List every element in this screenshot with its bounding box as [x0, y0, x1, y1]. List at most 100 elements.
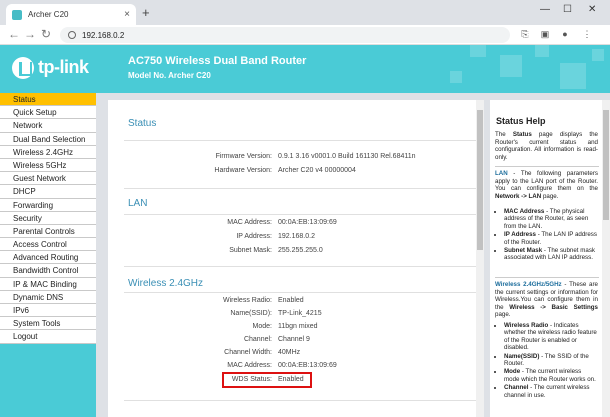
- help-list-item: Wireless Radio - Indicates whether the w…: [504, 322, 598, 352]
- sidebar-item-ipv6[interactable]: IPv6: [0, 304, 96, 318]
- lan-mac-row: MAC Address: 00:0A:EB:13:09:69: [108, 219, 484, 229]
- wl-mac-value: 00:0A:EB:13:09:69: [278, 362, 337, 369]
- sidebar-item-ip-mac-binding[interactable]: IP & MAC Binding: [0, 277, 96, 291]
- lan-ip-value: 192.168.0.2: [278, 233, 315, 240]
- sidebar-item-wireless-5ghz[interactable]: Wireless 5GHz: [0, 158, 96, 173]
- wl-channel-value: Channel 9: [278, 336, 310, 343]
- help-title: Status Help: [496, 116, 546, 126]
- lan-mask-value: 255.255.255.0: [278, 247, 323, 254]
- sidebar-item-network[interactable]: Network: [0, 119, 96, 133]
- minimize-button[interactable]: —: [540, 4, 550, 15]
- sidebar: Status Quick Setup Network Dual Band Select…: [0, 93, 96, 417]
- help-lan-list: MAC Address - The physical address of th…: [504, 208, 598, 263]
- decor-square: [450, 71, 462, 83]
- browser-toolbar: ← → ↻ 192.168.0.2 ⎘ ▣ ● ⋮: [0, 25, 610, 45]
- help-list-item: Subnet Mask - The subnet mask associated…: [504, 247, 598, 262]
- close-window-button[interactable]: ✕: [588, 4, 596, 15]
- wl-mac-row: MAC Address: 00:0A:EB:13:09:69: [108, 362, 484, 372]
- tplink-favicon-icon: [12, 9, 22, 20]
- sidebar-item-logout[interactable]: Logout: [0, 330, 96, 344]
- wl-mode-label: Mode:: [252, 323, 272, 330]
- help-panel: Status Help The Status page displays the…: [490, 100, 602, 417]
- wl-width-label: Channel Width:: [224, 349, 272, 356]
- forward-arrow-icon[interactable]: →: [24, 27, 36, 41]
- help-intro: The Status page displays the Router's cu…: [495, 131, 598, 161]
- help-wireless-list: Wireless Radio - Indicates whether the w…: [504, 322, 598, 400]
- decor-square: [535, 45, 549, 57]
- help-list-item: Name(SSID) - The SSID of the Router.: [504, 353, 598, 368]
- help-list-item: MAC Address - The physical address of th…: [504, 208, 598, 230]
- reload-icon[interactable]: ↻: [41, 27, 51, 41]
- lan-section-title: LAN: [128, 198, 148, 209]
- tab-title: Archer C20: [28, 10, 69, 19]
- hardware-row: Hardware Version: Archer C20 v4 00000004: [108, 167, 484, 177]
- lan-mac-label: MAC Address:: [227, 219, 272, 226]
- firmware-value: 0.9.1 3.16 v0001.0 Build 161130 Rel.6841…: [278, 153, 416, 160]
- main-scroll-thumb[interactable]: [477, 110, 483, 250]
- sidebar-item-status[interactable]: Status: [0, 93, 96, 107]
- wl-ssid-row: Name(SSID): TP-Link_4215: [108, 310, 484, 320]
- help-divider: [495, 277, 599, 278]
- lan-mask-label: Subnet Mask:: [229, 247, 272, 254]
- section-divider: [124, 292, 476, 293]
- wl-width-row: Channel Width: 40MHz: [108, 349, 484, 359]
- help-lan: LAN - The following parameters apply to …: [495, 170, 598, 200]
- sidebar-item-dynamic-dns[interactable]: Dynamic DNS: [0, 290, 96, 304]
- section-divider: [124, 400, 476, 401]
- sidebar-item-system-tools[interactable]: System Tools: [0, 317, 96, 331]
- translate-icon[interactable]: ⎘: [520, 29, 530, 39]
- sidebar-item-quick-setup[interactable]: Quick Setup: [0, 106, 96, 120]
- tplink-logo-text: tp-link: [38, 57, 89, 77]
- lan-mask-row: Subnet Mask: 255.255.255.0: [108, 247, 484, 257]
- help-scroll-thumb[interactable]: [603, 110, 609, 220]
- help-list-item: IP Address - The LAN IP address of the R…: [504, 231, 598, 246]
- browser-tabstrip: Archer C20 × + — ☐ ✕: [0, 0, 610, 25]
- router-header: tp-link AC750 Wireless Dual Band Router …: [0, 45, 610, 93]
- firmware-label: Firmware Version:: [215, 153, 272, 160]
- decor-square: [470, 45, 486, 57]
- sidebar-item-advanced-routing[interactable]: Advanced Routing: [0, 251, 96, 265]
- wl-ssid-label: Name(SSID):: [230, 310, 272, 317]
- wl-radio-row: Wireless Radio: Enabled: [108, 297, 484, 307]
- profile-icon[interactable]: ●: [560, 29, 570, 39]
- help-list-item: Channel - The current wireless channel i…: [504, 384, 598, 399]
- sidebar-item-dhcp[interactable]: DHCP: [0, 185, 96, 199]
- sidebar-item-bandwidth-control[interactable]: Bandwidth Control: [0, 264, 96, 278]
- new-tab-button[interactable]: +: [142, 5, 150, 20]
- wl-channel-label: Channel:: [243, 336, 272, 343]
- status-section-title: Status: [128, 118, 157, 129]
- sidebar-item-dual-band-selection[interactable]: Dual Band Selection: [0, 132, 96, 146]
- main-scrollbar[interactable]: [476, 100, 484, 417]
- maximize-button[interactable]: ☐: [563, 4, 572, 15]
- browser-tab[interactable]: Archer C20 ×: [6, 4, 136, 25]
- address-bar[interactable]: 192.168.0.2: [60, 27, 510, 43]
- help-list-item: Mode - The current wireless mode which t…: [504, 368, 598, 383]
- menu-dots-icon[interactable]: ⋮: [582, 29, 592, 39]
- wl-mode-value: 11bgn mixed: [278, 323, 318, 330]
- sidebar-item-forwarding[interactable]: Forwarding: [0, 198, 96, 212]
- wds-highlight-box: [222, 372, 312, 388]
- wireless-section-title: Wireless 2.4GHz: [128, 278, 204, 289]
- section-divider: [124, 140, 476, 141]
- wl-mode-row: Mode: 11bgn mixed: [108, 323, 484, 333]
- router-model: Model No. Archer C20: [128, 71, 211, 80]
- lan-ip-label: IP Address:: [236, 233, 272, 240]
- close-tab-icon[interactable]: ×: [124, 9, 130, 20]
- help-scrollbar[interactable]: [602, 100, 610, 417]
- decor-square: [592, 49, 604, 61]
- decor-square: [500, 55, 522, 77]
- sidebar-item-parental-controls[interactable]: Parental Controls: [0, 224, 96, 239]
- extension-icon[interactable]: ▣: [540, 29, 550, 39]
- help-divider: [495, 166, 599, 167]
- decor-square: [560, 63, 586, 89]
- lan-mac-value: 00:0A:EB:13:09:69: [278, 219, 337, 226]
- sidebar-item-wireless-2-4ghz[interactable]: Wireless 2.4GHz: [0, 145, 96, 159]
- site-info-icon[interactable]: [68, 31, 76, 39]
- sidebar-item-security[interactable]: Security: [0, 211, 96, 225]
- back-arrow-icon[interactable]: ←: [8, 27, 20, 41]
- sidebar-item-guest-network[interactable]: Guest Network: [0, 172, 96, 186]
- section-divider: [124, 214, 476, 215]
- section-divider: [124, 266, 476, 267]
- sidebar-item-access-control[interactable]: Access Control: [0, 238, 96, 252]
- address-url: 192.168.0.2: [82, 30, 125, 40]
